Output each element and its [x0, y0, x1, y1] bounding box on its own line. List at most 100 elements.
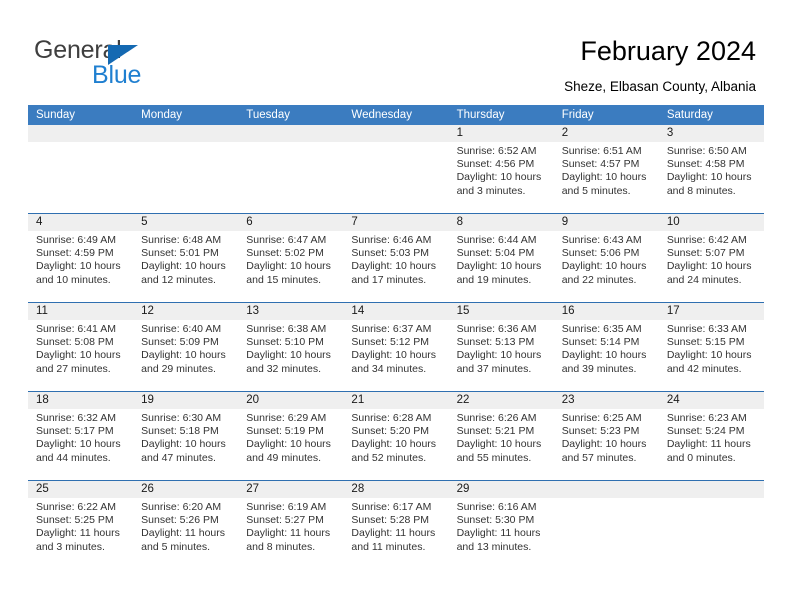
sunrise-text: Sunrise: 6:36 AM — [456, 323, 537, 335]
day-cell[interactable]: 23 Sunrise: 6:25 AM Sunset: 5:23 PM Dayl… — [553, 392, 659, 480]
day-details: Sunrise: 6:42 AM Sunset: 5:07 PM Dayligh… — [659, 231, 764, 287]
day-number: 10 — [658, 214, 764, 231]
day-details: Sunrise: 6:44 AM Sunset: 5:04 PM Dayligh… — [449, 231, 554, 287]
day-details — [133, 142, 238, 145]
day-cell[interactable]: 15 Sunrise: 6:36 AM Sunset: 5:13 PM Dayl… — [448, 303, 554, 391]
day-number: 19 — [133, 392, 239, 409]
day-details: Sunrise: 6:43 AM Sunset: 5:06 PM Dayligh… — [554, 231, 659, 287]
daylight-text-line1: Daylight: 10 hours — [246, 260, 331, 273]
day-details — [28, 142, 133, 145]
day-cell[interactable]: 6 Sunrise: 6:47 AM Sunset: 5:02 PM Dayli… — [238, 214, 344, 302]
day-details: Sunrise: 6:36 AM Sunset: 5:13 PM Dayligh… — [449, 320, 554, 376]
day-details: Sunrise: 6:33 AM Sunset: 5:15 PM Dayligh… — [659, 320, 764, 376]
day-cell[interactable]: 21 Sunrise: 6:28 AM Sunset: 5:20 PM Dayl… — [343, 392, 449, 480]
daylight-text-line1: Daylight: 10 hours — [141, 438, 226, 451]
day-cell[interactable]: 12 Sunrise: 6:40 AM Sunset: 5:09 PM Dayl… — [133, 303, 239, 391]
day-details: Sunrise: 6:19 AM Sunset: 5:27 PM Dayligh… — [238, 498, 343, 554]
daylight-text-line1: Daylight: 11 hours — [351, 527, 436, 540]
sunrise-text: Sunrise: 6:26 AM — [456, 412, 537, 424]
day-cell[interactable]: 4 Sunrise: 6:49 AM Sunset: 4:59 PM Dayli… — [28, 214, 134, 302]
day-cell[interactable]: 2 Sunrise: 6:51 AM Sunset: 4:57 PM Dayli… — [553, 125, 659, 213]
daylight-text-line1: Daylight: 10 hours — [36, 349, 121, 362]
day-number: 25 — [28, 481, 134, 498]
day-number: 21 — [343, 392, 449, 409]
daylight-text-line2: and 19 minutes. — [456, 273, 532, 286]
day-cell[interactable]: 24 Sunrise: 6:23 AM Sunset: 5:24 PM Dayl… — [658, 392, 764, 480]
sunrise-text: Sunrise: 6:51 AM — [561, 145, 642, 157]
sunset-text: Sunset: 5:20 PM — [351, 425, 430, 438]
day-cell[interactable]: 1 Sunrise: 6:52 AM Sunset: 4:56 PM Dayli… — [448, 125, 554, 213]
page-subtitle: Sheze, Elbasan County, Albania — [564, 79, 756, 94]
daylight-text-line1: Daylight: 10 hours — [351, 349, 437, 362]
day-number: 13 — [238, 303, 344, 320]
calendar-week-row: 25 Sunrise: 6:22 AM Sunset: 5:25 PM Dayl… — [28, 480, 764, 571]
sunset-text: Sunset: 5:26 PM — [141, 514, 219, 527]
sunrise-text: Sunrise: 6:17 AM — [351, 501, 432, 513]
page-title: February 2024 — [580, 36, 756, 66]
daylight-text-line1: Daylight: 10 hours — [561, 438, 647, 451]
day-cell[interactable]: 11 Sunrise: 6:41 AM Sunset: 5:08 PM Dayl… — [28, 303, 134, 391]
daylight-text-line2: and 22 minutes. — [561, 273, 637, 286]
day-details: Sunrise: 6:48 AM Sunset: 5:01 PM Dayligh… — [133, 231, 238, 287]
day-cell — [238, 125, 344, 213]
sunrise-text: Sunrise: 6:30 AM — [141, 412, 222, 424]
sunset-text: Sunset: 5:17 PM — [36, 425, 114, 438]
day-cell[interactable]: 20 Sunrise: 6:29 AM Sunset: 5:19 PM Dayl… — [238, 392, 344, 480]
sunset-text: Sunset: 5:24 PM — [666, 425, 745, 438]
daylight-text-line1: Daylight: 11 hours — [246, 527, 331, 540]
sunrise-text: Sunrise: 6:19 AM — [246, 501, 327, 513]
day-cell — [133, 125, 239, 213]
day-cell[interactable]: 18 Sunrise: 6:32 AM Sunset: 5:17 PM Dayl… — [28, 392, 134, 480]
day-details — [659, 498, 764, 501]
day-cell[interactable]: 22 Sunrise: 6:26 AM Sunset: 5:21 PM Dayl… — [448, 392, 554, 480]
weekday-header-monday: Monday — [141, 109, 183, 121]
day-details: Sunrise: 6:20 AM Sunset: 5:26 PM Dayligh… — [133, 498, 238, 554]
sunset-text: Sunset: 5:01 PM — [141, 247, 219, 260]
weekday-header-friday: Friday — [561, 109, 594, 121]
day-cell[interactable]: 19 Sunrise: 6:30 AM Sunset: 5:18 PM Dayl… — [133, 392, 239, 480]
sunset-text: Sunset: 5:28 PM — [351, 514, 430, 527]
sunset-text: Sunset: 5:04 PM — [456, 247, 535, 260]
day-cell[interactable]: 8 Sunrise: 6:44 AM Sunset: 5:04 PM Dayli… — [448, 214, 554, 302]
daylight-text-line1: Daylight: 11 hours — [456, 527, 541, 540]
sunrise-text: Sunrise: 6:52 AM — [456, 145, 537, 157]
daylight-text-line1: Daylight: 11 hours — [36, 527, 120, 540]
sunset-text: Sunset: 5:27 PM — [246, 514, 324, 527]
general-blue-logo[interactable]: General Blue — [34, 36, 224, 89]
day-cell[interactable]: 27 Sunrise: 6:19 AM Sunset: 5:27 PM Dayl… — [238, 481, 344, 571]
day-number: 23 — [553, 392, 659, 409]
day-number: 11 — [28, 303, 134, 320]
day-cell[interactable]: 16 Sunrise: 6:35 AM Sunset: 5:14 PM Dayl… — [553, 303, 659, 391]
daylight-text-line2: and 47 minutes. — [141, 451, 216, 464]
day-cell[interactable]: 13 Sunrise: 6:38 AM Sunset: 5:10 PM Dayl… — [238, 303, 344, 391]
day-cell[interactable]: 10 Sunrise: 6:42 AM Sunset: 5:07 PM Dayl… — [658, 214, 764, 302]
day-number — [343, 125, 449, 142]
sunset-text: Sunset: 4:59 PM — [36, 247, 114, 260]
day-cell[interactable]: 14 Sunrise: 6:37 AM Sunset: 5:12 PM Dayl… — [343, 303, 449, 391]
day-cell[interactable]: 9 Sunrise: 6:43 AM Sunset: 5:06 PM Dayli… — [553, 214, 659, 302]
day-number — [658, 481, 764, 498]
daylight-text-line2: and 3 minutes. — [456, 184, 526, 197]
day-cell[interactable]: 3 Sunrise: 6:50 AM Sunset: 4:58 PM Dayli… — [658, 125, 764, 213]
day-number: 9 — [553, 214, 659, 231]
day-cell[interactable]: 26 Sunrise: 6:20 AM Sunset: 5:26 PM Dayl… — [133, 481, 239, 571]
weekday-header-wednesday: Wednesday — [351, 109, 412, 121]
day-details: Sunrise: 6:40 AM Sunset: 5:09 PM Dayligh… — [133, 320, 238, 376]
day-cell[interactable]: 29 Sunrise: 6:16 AM Sunset: 5:30 PM Dayl… — [448, 481, 554, 571]
day-cell[interactable]: 17 Sunrise: 6:33 AM Sunset: 5:15 PM Dayl… — [658, 303, 764, 391]
calendar-week-row: 18 Sunrise: 6:32 AM Sunset: 5:17 PM Dayl… — [28, 391, 764, 480]
day-cell[interactable]: 28 Sunrise: 6:17 AM Sunset: 5:28 PM Dayl… — [343, 481, 449, 571]
daylight-text-line1: Daylight: 10 hours — [36, 260, 121, 273]
sunrise-text: Sunrise: 6:33 AM — [666, 323, 747, 335]
day-cell[interactable]: 5 Sunrise: 6:48 AM Sunset: 5:01 PM Dayli… — [133, 214, 239, 302]
sunset-text: Sunset: 5:08 PM — [36, 336, 114, 349]
day-details: Sunrise: 6:32 AM Sunset: 5:17 PM Dayligh… — [28, 409, 133, 465]
sunrise-text: Sunrise: 6:46 AM — [351, 234, 432, 246]
daylight-text-line1: Daylight: 10 hours — [666, 349, 752, 362]
day-number: 29 — [448, 481, 554, 498]
daylight-text-line1: Daylight: 11 hours — [141, 527, 225, 540]
day-details: Sunrise: 6:28 AM Sunset: 5:20 PM Dayligh… — [343, 409, 448, 465]
day-cell — [343, 125, 449, 213]
day-cell[interactable]: 25 Sunrise: 6:22 AM Sunset: 5:25 PM Dayl… — [28, 481, 134, 571]
day-cell[interactable]: 7 Sunrise: 6:46 AM Sunset: 5:03 PM Dayli… — [343, 214, 449, 302]
